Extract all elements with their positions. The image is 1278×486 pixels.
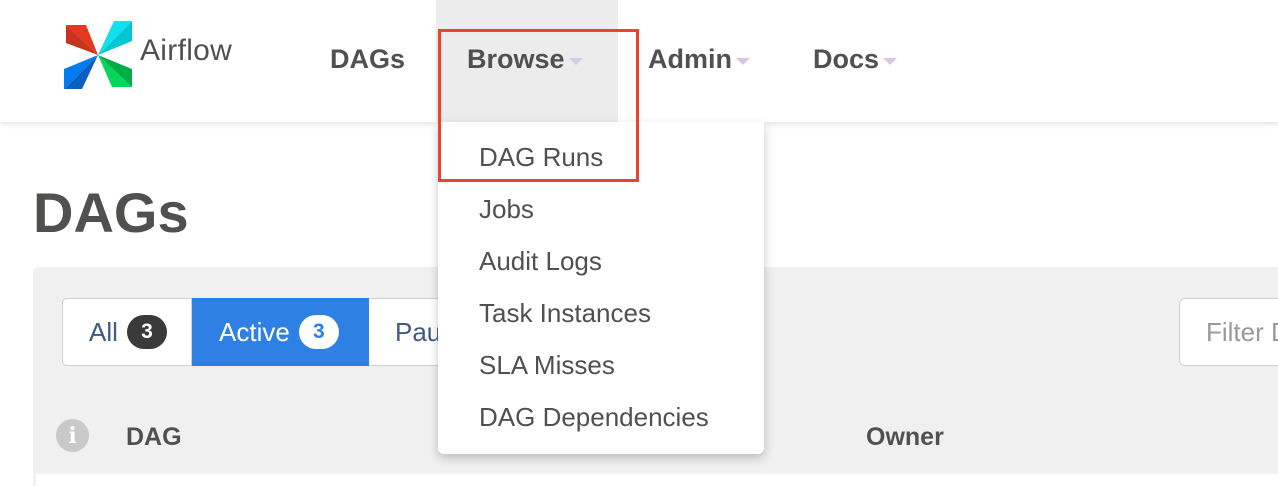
nav-admin-label: Admin <box>648 44 732 74</box>
filter-active-label: Active <box>219 316 290 347</box>
airflow-page: Airflow DAGs Browse Admin Docs DAG Runs … <box>0 0 1278 486</box>
nav-docs-label: Docs <box>813 44 880 74</box>
filter-all-count-badge: 3 <box>126 315 167 349</box>
dag-search-input[interactable] <box>1179 298 1278 366</box>
brand[interactable]: Airflow <box>62 18 232 92</box>
nav-admin[interactable]: Admin <box>648 0 750 122</box>
menu-item-task-instances[interactable]: Task Instances <box>479 298 651 329</box>
filter-active-count-badge: 3 <box>298 315 339 349</box>
top-navbar: Airflow DAGs Browse Admin Docs <box>0 0 1278 122</box>
browse-dropdown-menu: DAG Runs Jobs Audit Logs Task Instances … <box>438 122 764 454</box>
nav-docs[interactable]: Docs <box>813 0 898 122</box>
nav-dags[interactable]: DAGs <box>330 0 405 122</box>
menu-item-audit-logs[interactable]: Audit Logs <box>479 246 602 277</box>
filter-paused-label: Pau <box>395 316 442 347</box>
page-title: DAGs <box>33 181 189 244</box>
airflow-logo-icon <box>64 21 132 89</box>
table-first-row <box>36 474 1278 486</box>
filter-all-label: All <box>89 316 118 347</box>
menu-item-sla-misses[interactable]: SLA Misses <box>479 350 615 381</box>
caret-down-icon <box>568 58 583 65</box>
caret-down-icon <box>883 58 898 65</box>
nav-browse[interactable]: Browse <box>436 0 618 122</box>
caret-down-icon <box>736 58 750 65</box>
column-header-owner[interactable]: Owner <box>866 423 944 452</box>
info-icon[interactable]: i <box>56 419 89 452</box>
brand-name: Airflow <box>140 34 233 67</box>
column-header-dag[interactable]: DAG <box>126 423 182 452</box>
status-filter-group: All 3 Active 3 Pau <box>62 298 489 366</box>
menu-item-dag-dependencies[interactable]: DAG Dependencies <box>479 402 709 433</box>
menu-item-jobs[interactable]: Jobs <box>479 194 534 225</box>
nav-browse-label: Browse <box>467 44 565 74</box>
nav-dags-label: DAGs <box>330 44 406 74</box>
menu-item-dag-runs[interactable]: DAG Runs <box>479 142 603 173</box>
filter-all-button[interactable]: All 3 <box>62 298 192 366</box>
filter-active-button[interactable]: Active 3 <box>192 298 369 366</box>
